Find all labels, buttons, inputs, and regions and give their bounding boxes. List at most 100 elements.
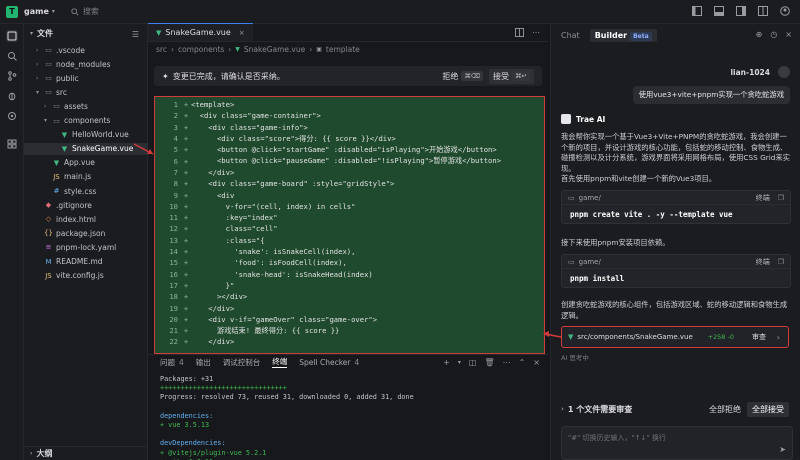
tree-item[interactable]: ≡ pnpm-lock.yaml [24,241,148,253]
search-placeholder: 搜索 [82,7,99,16]
review-file-button[interactable]: 审查 [752,332,766,342]
panel-tab[interactable]: 输出 [196,357,211,368]
accept-button[interactable]: 接受 ⌘↵ [489,68,534,84]
split-terminal-icon[interactable]: ◫ [469,358,477,367]
breadcrumb-item[interactable]: SnakeGame.vue [244,45,305,54]
close-icon[interactable]: × [533,358,540,367]
editor-tabs: ▼ SnakeGame.vue × ⋯ [148,23,548,42]
extensions-icon[interactable] [6,138,18,150]
js-file-icon: JS [45,271,52,280]
trash-icon[interactable]: 🗑 [484,358,494,367]
file-explorer: ▾ 文件 ☰ › ▭ .vscode › ▭ node_modules › ▭ public ▾ ▭… [24,24,148,460]
tree-item-label: node_modules [56,59,111,69]
tab-builder[interactable]: Builder Beta [589,28,657,42]
chat-input[interactable] [568,434,788,442]
chevron-right-icon[interactable]: › [777,333,780,342]
vue-file-icon: ▼ [156,28,162,37]
tree-item[interactable]: # style.css [24,185,148,197]
panel-tab[interactable]: 终端 [272,356,288,368]
list-icon[interactable]: ☰ [132,30,139,39]
outline-header[interactable]: › 大纲 [24,446,148,460]
reject-all-button[interactable]: 全部拒绝 [709,404,741,415]
debug-icon[interactable] [6,90,18,102]
open-terminal-button[interactable]: 终端 [756,257,770,267]
terminal-line: dependencies: [160,411,214,420]
code-text: <div v-if="gameOver" class="game-over"> [191,314,378,324]
breadcrumb-item[interactable]: src [156,45,167,54]
panel-tab-count: 4 [354,357,360,367]
reject-button[interactable]: 拒绝 ⌘⌫ [442,71,484,82]
tree-item[interactable]: ▼ HelloWorld.vue [24,129,148,141]
code-text: <template> [191,100,235,110]
maximize-icon[interactable]: ⌃ [519,358,526,367]
split-editor-icon[interactable] [515,28,524,37]
panel-tab[interactable]: 调试控制台 [223,357,261,368]
user-message: 使用vue3+vite+pnpm实现一个贪吃蛇游戏 [632,86,790,104]
add-terminal-icon[interactable]: + [443,358,450,367]
tree-item[interactable]: JS main.js [24,171,148,183]
tab-chat[interactable]: Chat [561,31,580,40]
tree-item[interactable]: {} package.json [24,227,148,239]
toggle-right-panel-icon[interactable] [736,6,746,16]
code-text: 'food': isFoodCell(index), [191,258,347,268]
tree-item[interactable]: › ▭ node_modules [24,58,148,70]
more-icon[interactable]: ⋯ [532,28,540,37]
toggle-sidebar-icon[interactable] [692,6,702,16]
remote-icon[interactable] [6,110,18,122]
tree-item[interactable]: ▾ ▭ components [24,115,148,127]
breadcrumb-item[interactable]: components [178,45,224,54]
chevron-down-icon[interactable]: ▾ [52,8,55,15]
terminal-line: devDependencies: [160,439,226,448]
history-icon[interactable]: ◷ [770,30,777,39]
file-change-card[interactable]: ▼ src/components/SnakeGame.vue +258 -0 审… [561,326,789,348]
source-control-icon[interactable] [6,70,18,82]
tree-item[interactable]: ▾ ▭ src [24,86,148,98]
file-path: src/components/SnakeGame.vue [577,333,693,341]
tree-item[interactable]: › ▭ public [24,72,148,84]
tree-item[interactable]: ▼ App.vue [24,157,148,169]
layout-icon[interactable] [758,6,768,16]
code-diff-view[interactable]: 1 + <template> 2 + <div class="game-containe… [154,96,545,354]
code-line: 14 + 'snake': isSnakeCell(index), [155,246,544,257]
folder-icon: ▭ [568,257,575,266]
copy-icon[interactable]: ❐ [778,257,784,267]
close-icon[interactable]: × [785,30,792,39]
new-chat-icon[interactable]: ⊕ [756,30,763,39]
send-icon[interactable]: ➤ [779,445,786,454]
outline-title: 大纲 [36,449,53,458]
line-number: 9 [173,190,178,200]
account-icon[interactable] [780,6,790,16]
breadcrumb-item[interactable]: template [326,45,360,54]
line-number: 18 [169,292,178,302]
code-line: 6 + <button @click="pauseGame" :disabled=… [155,156,544,167]
panel-tab-count: 4 [179,357,184,367]
tree-item[interactable]: › ▭ assets [24,100,148,112]
toggle-panel-icon[interactable] [714,6,724,16]
global-search[interactable]: 搜索 [71,6,99,17]
tree-item[interactable]: ▼ SnakeGame.vue [24,142,148,155]
close-icon[interactable]: × [239,29,245,37]
tree-item[interactable]: › ▭ .vscode [24,44,148,56]
project-name[interactable]: game [24,7,49,16]
accept-all-button[interactable]: 全部接受 [747,401,789,417]
open-terminal-button[interactable]: 终端 [756,193,770,203]
panel-tab[interactable]: Spell Checker 4 [299,358,359,367]
explorer-icon[interactable] [6,30,18,42]
assistant-header: Trae AI [561,114,605,124]
diff-added-marker: + [183,190,189,200]
explorer-header[interactable]: ▾ 文件 ☰ [24,24,147,42]
code-text: :class="{ [191,235,265,245]
panel-tab[interactable]: 问题 4 [160,357,184,368]
tab-snakegame[interactable]: ▼ SnakeGame.vue × [148,23,253,41]
tree-item[interactable]: M README.md [24,256,148,268]
panel-tab-label: 问题 [160,357,175,367]
chevron-down-icon[interactable]: ▾ [458,358,461,367]
code-text: }" [191,280,235,290]
search-icon[interactable] [6,50,18,62]
tree-item[interactable]: JS vite.config.js [24,270,148,282]
tree-item[interactable]: ◆ .gitignore [24,199,148,211]
tree-item[interactable]: ◇ index.html [24,213,148,225]
copy-icon[interactable]: ❐ [778,193,784,203]
chevron-right-icon[interactable]: › [561,405,564,413]
more-icon[interactable]: ⋯ [503,358,511,367]
